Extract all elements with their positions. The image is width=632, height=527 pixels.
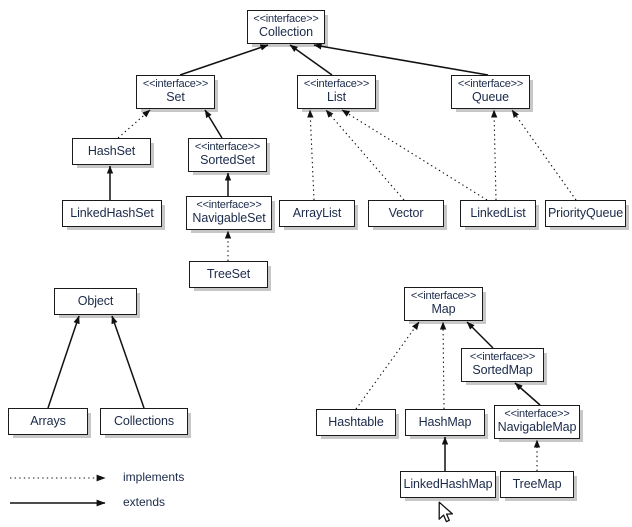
class-box-queue[interactable]: <<interface>> Queue [451,75,530,109]
class-box-object[interactable]: Object [54,288,137,315]
class-name-label: Queue [471,90,510,105]
class-box-collections[interactable]: Collections [100,408,188,435]
class-box-collection[interactable]: <<interface>> Collection [247,10,325,44]
edge-linkedlist-to-queue [490,109,498,201]
edge-priorityqueue-to-queue [511,109,577,201]
class-name-label: TreeMap [512,476,562,491]
legend-label-extends: extends [123,495,166,509]
class-box-linkedhashset[interactable]: LinkedHashSet [62,200,162,227]
class-box-navigablemap[interactable]: <<interface>> NavigableMap [494,405,580,439]
edge-hashset-to-set [117,109,151,139]
edge-queue-to-collection [313,43,489,76]
class-name-label: LinkedList [470,205,526,220]
edge-arraylist-to-list [307,109,315,201]
edge-linkedlist-to-list [341,109,488,201]
class-name-label: Set [166,90,185,105]
class-name-label: NavigableSet [192,211,266,226]
class-name-label: Collections [113,413,175,428]
class-name-label: Hashtable [328,414,384,429]
edge-navigablemap-to-sortedmap [514,382,541,406]
edge-sortedmap-to-map [466,321,494,349]
class-box-sortedmap[interactable]: <<interface>> SortedMap [461,348,544,382]
class-box-map[interactable]: <<interface>> Map [404,287,483,321]
class-name-label: Vector [388,205,424,220]
class-box-sortedset[interactable]: <<interface>> SortedSet [188,138,267,172]
class-box-navigableset[interactable]: <<interface>> NavigableSet [186,196,272,230]
edge-hashmap-to-map [439,321,447,410]
class-box-treeset[interactable]: TreeSet [189,261,268,288]
edge-collections-to-object [111,315,145,409]
legend-label-implements: implements [123,470,185,484]
class-box-arrays[interactable]: Arrays [8,408,88,435]
class-name-label: Map [431,302,456,317]
edge-arrays-to-object [47,315,80,409]
class-box-priorityqueue[interactable]: PriorityQueue [545,200,626,227]
class-name-label: TreeSet [206,266,251,281]
class-name-label: LinkedHashSet [70,205,154,220]
uml-class-diagram: <<interface>> Collection <<interface>> Set <… [0,0,632,527]
class-box-linkedhashmap[interactable]: LinkedHashMap [400,471,496,498]
class-name-label: Arrays [30,413,66,428]
class-box-linkedlist[interactable]: LinkedList [460,200,536,227]
class-box-hashtable[interactable]: Hashtable [316,409,396,436]
class-box-hashset[interactable]: HashSet [72,138,151,165]
edge-list-to-collection [289,44,333,76]
class-box-arraylist[interactable]: ArrayList [279,200,355,227]
mouse-pointer-icon [438,501,454,523]
edge-sortedset-to-set [204,109,223,139]
class-name-label: SortedSet [200,153,255,168]
class-name-label: Object [77,293,114,308]
class-box-vector[interactable]: Vector [368,200,444,227]
edge-hashtable-to-map [355,321,420,410]
class-name-label: PriorityQueue [547,205,624,220]
class-box-list[interactable]: <<interface>> List [297,75,376,109]
edge-vector-to-list [325,109,405,201]
class-box-set[interactable]: <<interface>> Set [136,75,215,109]
class-box-hashmap[interactable]: HashMap [405,409,485,436]
class-box-treemap[interactable]: TreeMap [500,471,574,498]
class-name-label: NavigableMap [497,420,577,435]
class-name-label: ArrayList [292,205,342,220]
class-name-label: HashMap [418,414,472,429]
class-name-label: List [326,90,347,105]
class-name-label: HashSet [87,143,136,158]
class-name-label: LinkedHashMap [403,476,493,491]
class-name-label: Collection [259,25,313,40]
edge-set-to-collection [179,44,269,76]
class-name-label: SortedMap [472,363,533,378]
